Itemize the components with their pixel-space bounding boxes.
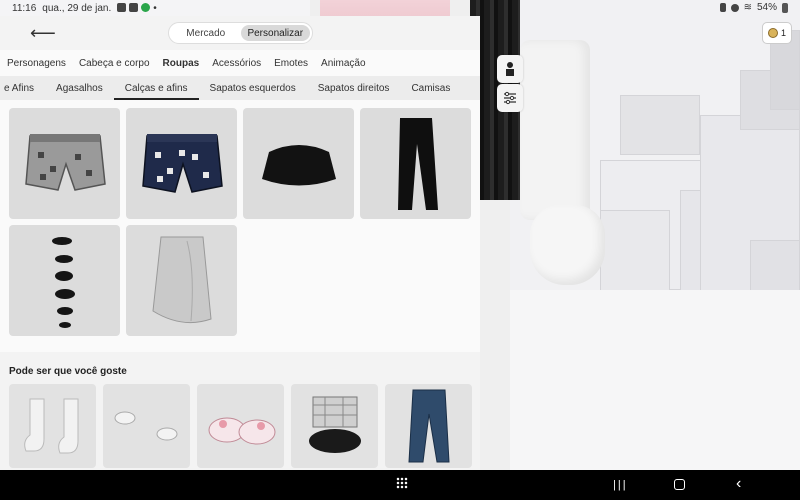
subtab-pants[interactable]: Calças e afins <box>113 83 199 100</box>
status-time: 11:16 <box>12 2 37 14</box>
robux-amount: 1 <box>780 28 786 38</box>
suggestion-white-shoes[interactable] <box>103 384 190 468</box>
item-tile-spike-accessories[interactable] <box>9 225 120 336</box>
suggestion-blue-jeans[interactable] <box>385 384 472 468</box>
item-tile-navy-shorts[interactable] <box>126 108 237 219</box>
avatar-silhouette-icon <box>506 62 514 76</box>
blue-jeans-image <box>407 389 450 463</box>
tab-emotes[interactable]: Emotes <box>274 58 308 69</box>
mode-switcher: Mercado Personalizar <box>168 22 313 44</box>
wifi-icon: ≋ <box>743 2 752 13</box>
avatar-arm <box>520 40 590 220</box>
subtab-jackets[interactable]: Agasalhos <box>45 83 114 94</box>
status-date: qua., 29 de jan. <box>42 2 112 14</box>
status-right: ≋ 54% <box>719 2 788 13</box>
suggestions-title: Pode ser que você goste <box>9 366 127 377</box>
gray-shorts-image <box>24 133 106 191</box>
status-bar: 11:16 qua., 29 de jan. • ≋ 54% <box>0 0 800 16</box>
home-icon[interactable] <box>674 479 685 490</box>
avatar-view-button[interactable] <box>497 55 523 83</box>
status-more-dot: • <box>153 2 157 14</box>
suggestion-white-boots[interactable] <box>9 384 96 468</box>
tab-animation[interactable]: Animação <box>321 58 365 69</box>
tab-head-body[interactable]: Cabeça e corpo <box>79 58 150 69</box>
item-grid <box>0 100 480 352</box>
suggestions-section: Pode ser que você goste <box>0 352 480 470</box>
recent-apps-icon[interactable]: ||| <box>613 479 628 491</box>
mute-icon <box>730 3 739 12</box>
battery-saver-icon <box>719 3 726 12</box>
gallery-icon <box>117 2 127 12</box>
play-store-icon <box>129 2 139 12</box>
back-chevron-icon[interactable]: ‹ <box>736 475 741 493</box>
black-pants-image <box>397 117 438 210</box>
avatar-hand <box>530 205 605 285</box>
sliders-icon <box>504 91 516 105</box>
white-shoes-image <box>114 411 177 441</box>
subtab-shirts[interactable]: Camisas <box>400 83 461 94</box>
subtab-and-more[interactable]: e Afins <box>0 83 45 94</box>
panel-header: ⟵ Mercado Personalizar <box>0 16 480 50</box>
customize-panel: ⟵ Mercado Personalizar Personagens Cabeç… <box>0 16 480 470</box>
plaid-shoes-image <box>308 396 361 453</box>
suggestion-pink-slippers[interactable] <box>197 384 284 468</box>
white-ruffle-skirt-image <box>151 236 212 323</box>
subtab-left-shoes[interactable]: Sapatos esquerdos <box>199 83 307 94</box>
tab-clothing[interactable]: Roupas <box>163 58 200 69</box>
battery-level: 54% <box>756 2 777 13</box>
tab-characters[interactable]: Personagens <box>7 58 66 69</box>
segment-market[interactable]: Mercado <box>171 25 241 41</box>
app-icon <box>141 2 151 12</box>
system-nav-bar: ||| ‹ <box>0 470 800 500</box>
category-tabs: Personagens Cabeça e corpo Roupas Acessó… <box>0 50 480 76</box>
item-tile-white-ruffle-skirt[interactable] <box>126 225 237 336</box>
apps-grid-icon[interactable] <box>396 477 408 489</box>
pink-bunny-slippers-image <box>208 417 275 445</box>
segment-customize[interactable]: Personalizar <box>240 25 310 41</box>
item-tile-black-pants[interactable] <box>360 108 471 219</box>
robux-icon <box>767 28 778 38</box>
item-tile-gray-shorts[interactable] <box>9 108 120 219</box>
suggestions-list <box>0 384 480 468</box>
status-notification-icons: • <box>117 2 157 14</box>
black-skirt-image <box>261 144 336 185</box>
subtab-right-shoes[interactable]: Sapatos direitos <box>307 83 401 94</box>
subcategory-tabs: e Afins Agasalhos Calças e afins Sapatos… <box>0 76 480 100</box>
arrow-left-icon[interactable]: ⟵ <box>30 23 56 44</box>
spike-accessories-image <box>51 236 75 328</box>
suggestion-plaid-shoes[interactable] <box>291 384 378 468</box>
item-tile-black-skirt[interactable] <box>243 108 354 219</box>
tab-accessories[interactable]: Acessórios <box>212 58 261 69</box>
navy-shorts-image <box>141 133 223 193</box>
filter-settings-button[interactable] <box>497 84 523 112</box>
white-boots-image <box>23 398 78 454</box>
battery-icon <box>782 2 788 13</box>
robux-balance[interactable]: 1 <box>762 22 792 44</box>
